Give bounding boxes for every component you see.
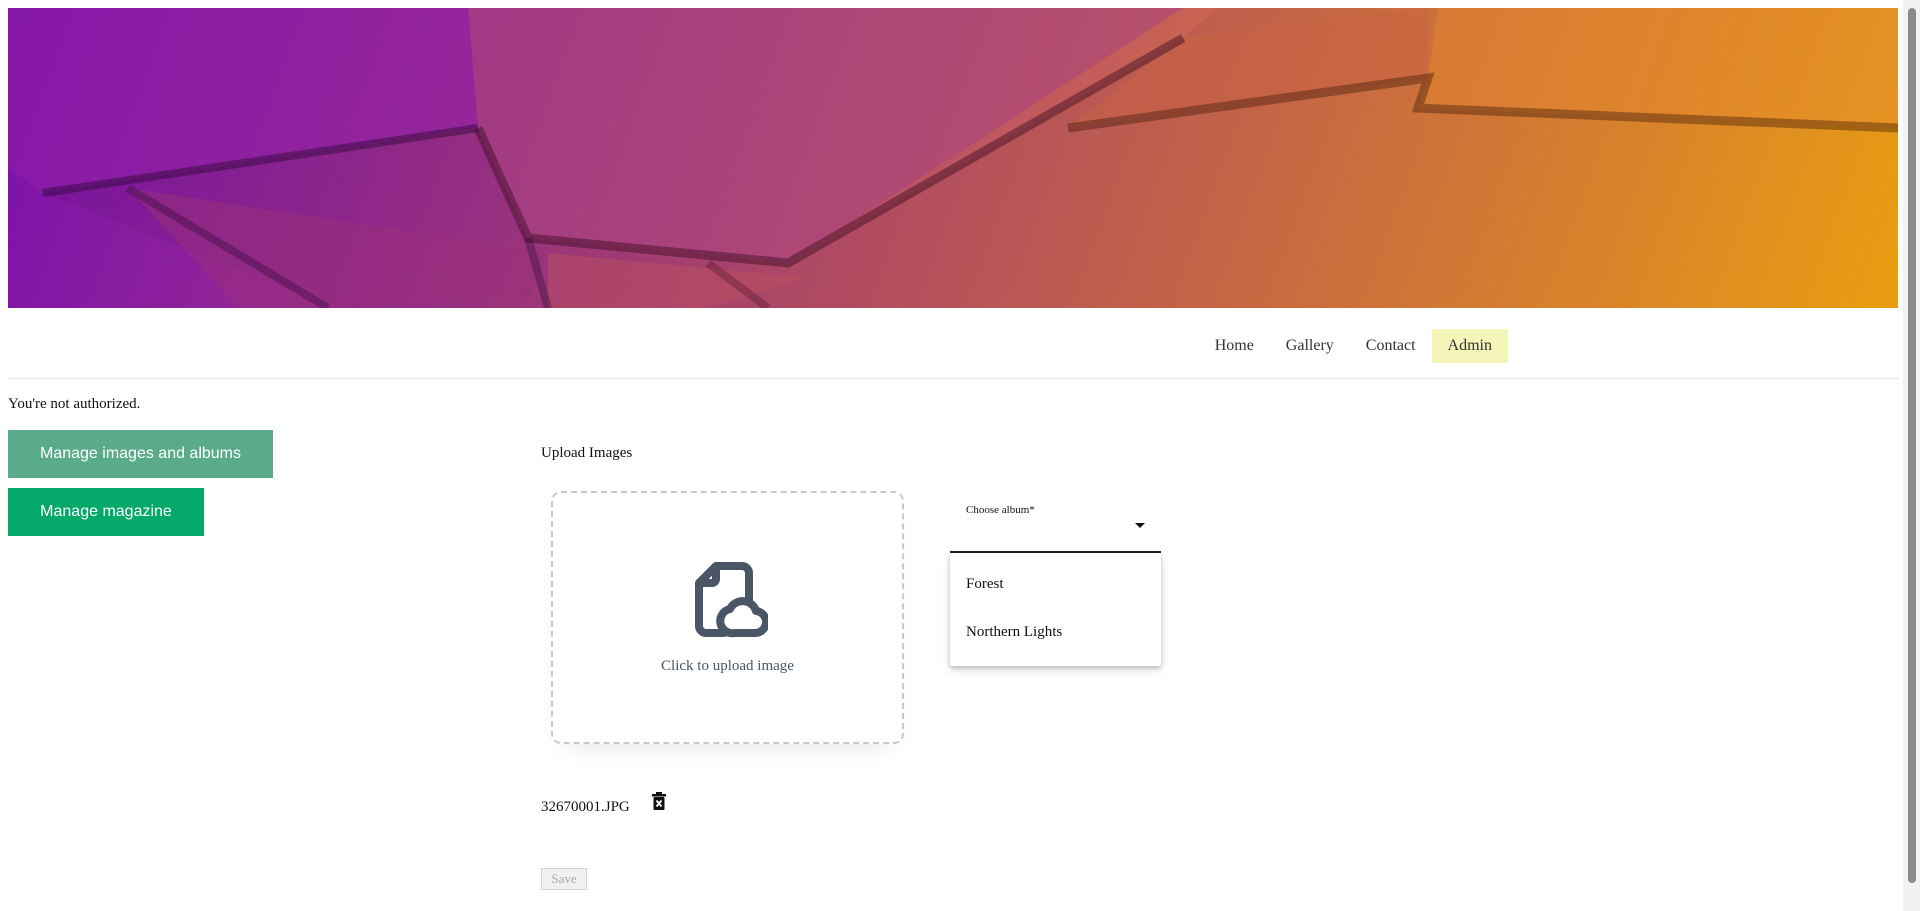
nav-item-contact[interactable]: Contact	[1350, 329, 1432, 363]
top-navbar: Home Gallery Contact Admin	[8, 308, 1898, 379]
caret-down-icon[interactable]	[1135, 523, 1145, 528]
manage-magazine-button[interactable]: Manage magazine	[8, 488, 204, 536]
auth-message: You're not authorized.	[8, 396, 141, 412]
nav-links: Home Gallery Contact Admin	[1199, 329, 1508, 363]
nav-item-gallery[interactable]: Gallery	[1270, 329, 1350, 363]
trash-x-icon[interactable]	[652, 792, 666, 810]
file-cloud-icon	[695, 562, 768, 638]
upload-images-title: Upload Images	[541, 445, 633, 461]
scrollbar-thumb[interactable]	[1908, 8, 1916, 883]
image-upload-dropzone[interactable]: Click to upload image	[551, 491, 904, 744]
save-button[interactable]: Save	[541, 868, 587, 890]
header-banner-image	[8, 8, 1898, 308]
uploaded-file-name: 32670001.JPG	[541, 799, 630, 815]
banner-paper-shapes	[8, 8, 1898, 308]
album-option-forest[interactable]: Forest	[966, 576, 1004, 593]
nav-item-home[interactable]: Home	[1199, 329, 1270, 363]
nav-item-admin[interactable]: Admin	[1431, 329, 1508, 363]
manage-images-albums-button[interactable]: Manage images and albums	[8, 430, 273, 478]
album-select[interactable]: Choose album*	[950, 491, 1161, 553]
upload-caption: Click to upload image	[661, 658, 794, 674]
album-option-northern-lights[interactable]: Northern Lights	[966, 624, 1062, 641]
album-select-label: Choose album*	[966, 504, 1035, 516]
page: Home Gallery Contact Admin You're not au…	[8, 8, 1898, 911]
album-dropdown-menu: Forest Northern Lights	[950, 553, 1161, 666]
vertical-scrollbar[interactable]	[1903, 0, 1920, 911]
